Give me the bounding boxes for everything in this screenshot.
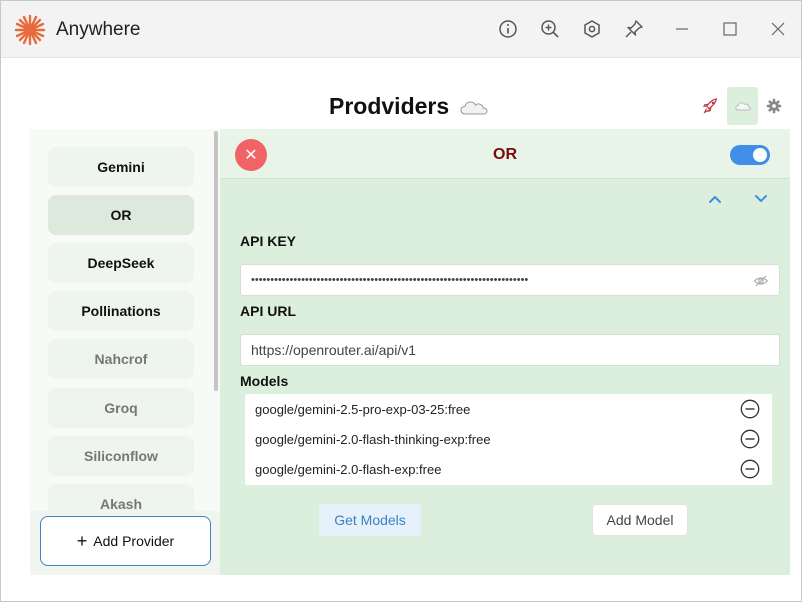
- provider-item-or[interactable]: OR: [48, 195, 194, 235]
- app-logo-icon: [14, 14, 46, 46]
- provider-sidebar: Gemini OR DeepSeek Pollinations Nahcrof …: [30, 129, 220, 575]
- move-up-button[interactable]: [705, 189, 725, 209]
- app-title: Anywhere: [56, 19, 141, 40]
- sidebar-scrollbar[interactable]: [214, 131, 218, 391]
- info-icon[interactable]: [496, 17, 520, 41]
- toggle-knob: [753, 148, 767, 162]
- provider-detail-panel: ✕ OR API KEY •••••••••••••••••••••••••••…: [220, 129, 790, 575]
- api-key-value: ••••••••••••••••••••••••••••••••••••••••…: [251, 274, 529, 286]
- provider-item-groq[interactable]: Groq: [48, 388, 194, 428]
- maximize-icon[interactable]: [718, 17, 742, 41]
- pin-icon[interactable]: [622, 17, 646, 41]
- cloud-sync-button[interactable]: [727, 87, 758, 125]
- add-model-button[interactable]: Add Model: [592, 504, 688, 536]
- model-name: google/gemini-2.5-pro-exp-03-25:free: [255, 401, 471, 417]
- provider-enabled-toggle[interactable]: [730, 145, 770, 165]
- model-row: google/gemini-2.0-flash-exp:free: [245, 454, 772, 484]
- models-label: Models: [240, 373, 289, 389]
- plus-icon: +: [76, 531, 88, 551]
- panel-header: ✕ OR: [220, 129, 790, 179]
- page-title: Prodviders: [329, 93, 450, 119]
- api-url-label: API URL: [240, 303, 296, 319]
- minimize-icon[interactable]: [670, 17, 694, 41]
- provider-item-akash[interactable]: Akash: [48, 484, 194, 511]
- api-key-label: API KEY: [240, 233, 297, 249]
- move-down-button[interactable]: [751, 189, 771, 209]
- provider-item-gemini[interactable]: Gemini: [48, 147, 194, 187]
- remove-model-icon[interactable]: [740, 459, 760, 479]
- api-url-field[interactable]: https://openrouter.ai/api/v1: [240, 334, 780, 366]
- chevron-up-icon: [709, 196, 721, 203]
- models-list: google/gemini-2.5-pro-exp-03-25:free goo…: [245, 394, 772, 485]
- api-key-field[interactable]: ••••••••••••••••••••••••••••••••••••••••…: [240, 264, 780, 296]
- close-icon[interactable]: [766, 17, 790, 41]
- remove-model-icon[interactable]: [740, 399, 760, 419]
- remove-model-icon[interactable]: [740, 429, 760, 449]
- get-models-button[interactable]: Get Models: [319, 504, 421, 536]
- model-row: google/gemini-2.0-flash-thinking-exp:fre…: [245, 424, 772, 454]
- app-window: Anywhere Prodviders Gemini OR DeepSeek P…: [0, 0, 802, 602]
- rocket-icon[interactable]: [698, 93, 724, 119]
- add-provider-button[interactable]: + Add Provider: [40, 516, 211, 566]
- eye-off-icon[interactable]: [753, 273, 769, 289]
- title-bar: Anywhere: [1, 1, 801, 58]
- add-provider-label: Add Provider: [93, 533, 175, 549]
- model-name: google/gemini-2.0-flash-exp:free: [255, 461, 442, 477]
- gear-icon[interactable]: [761, 93, 787, 119]
- model-row: google/gemini-2.5-pro-exp-03-25:free: [245, 394, 772, 424]
- provider-list[interactable]: Gemini OR DeepSeek Pollinations Nahcrof …: [30, 129, 220, 511]
- chevron-down-icon: [755, 195, 767, 202]
- provider-item-deepseek[interactable]: DeepSeek: [48, 243, 194, 283]
- provider-item-pollinations[interactable]: Pollinations: [48, 291, 194, 331]
- zoom-icon[interactable]: [538, 17, 562, 41]
- provider-item-nahcrof[interactable]: Nahcrof: [48, 339, 194, 379]
- cloud-icon: [460, 101, 488, 115]
- provider-name: OR: [493, 146, 517, 163]
- provider-item-siliconflow[interactable]: Siliconflow: [48, 436, 194, 476]
- cloud-icon: [734, 102, 751, 111]
- api-url-value: https://openrouter.ai/api/v1: [251, 342, 416, 358]
- hexagon-settings-icon[interactable]: [580, 17, 604, 41]
- model-name: google/gemini-2.0-flash-thinking-exp:fre…: [255, 431, 491, 447]
